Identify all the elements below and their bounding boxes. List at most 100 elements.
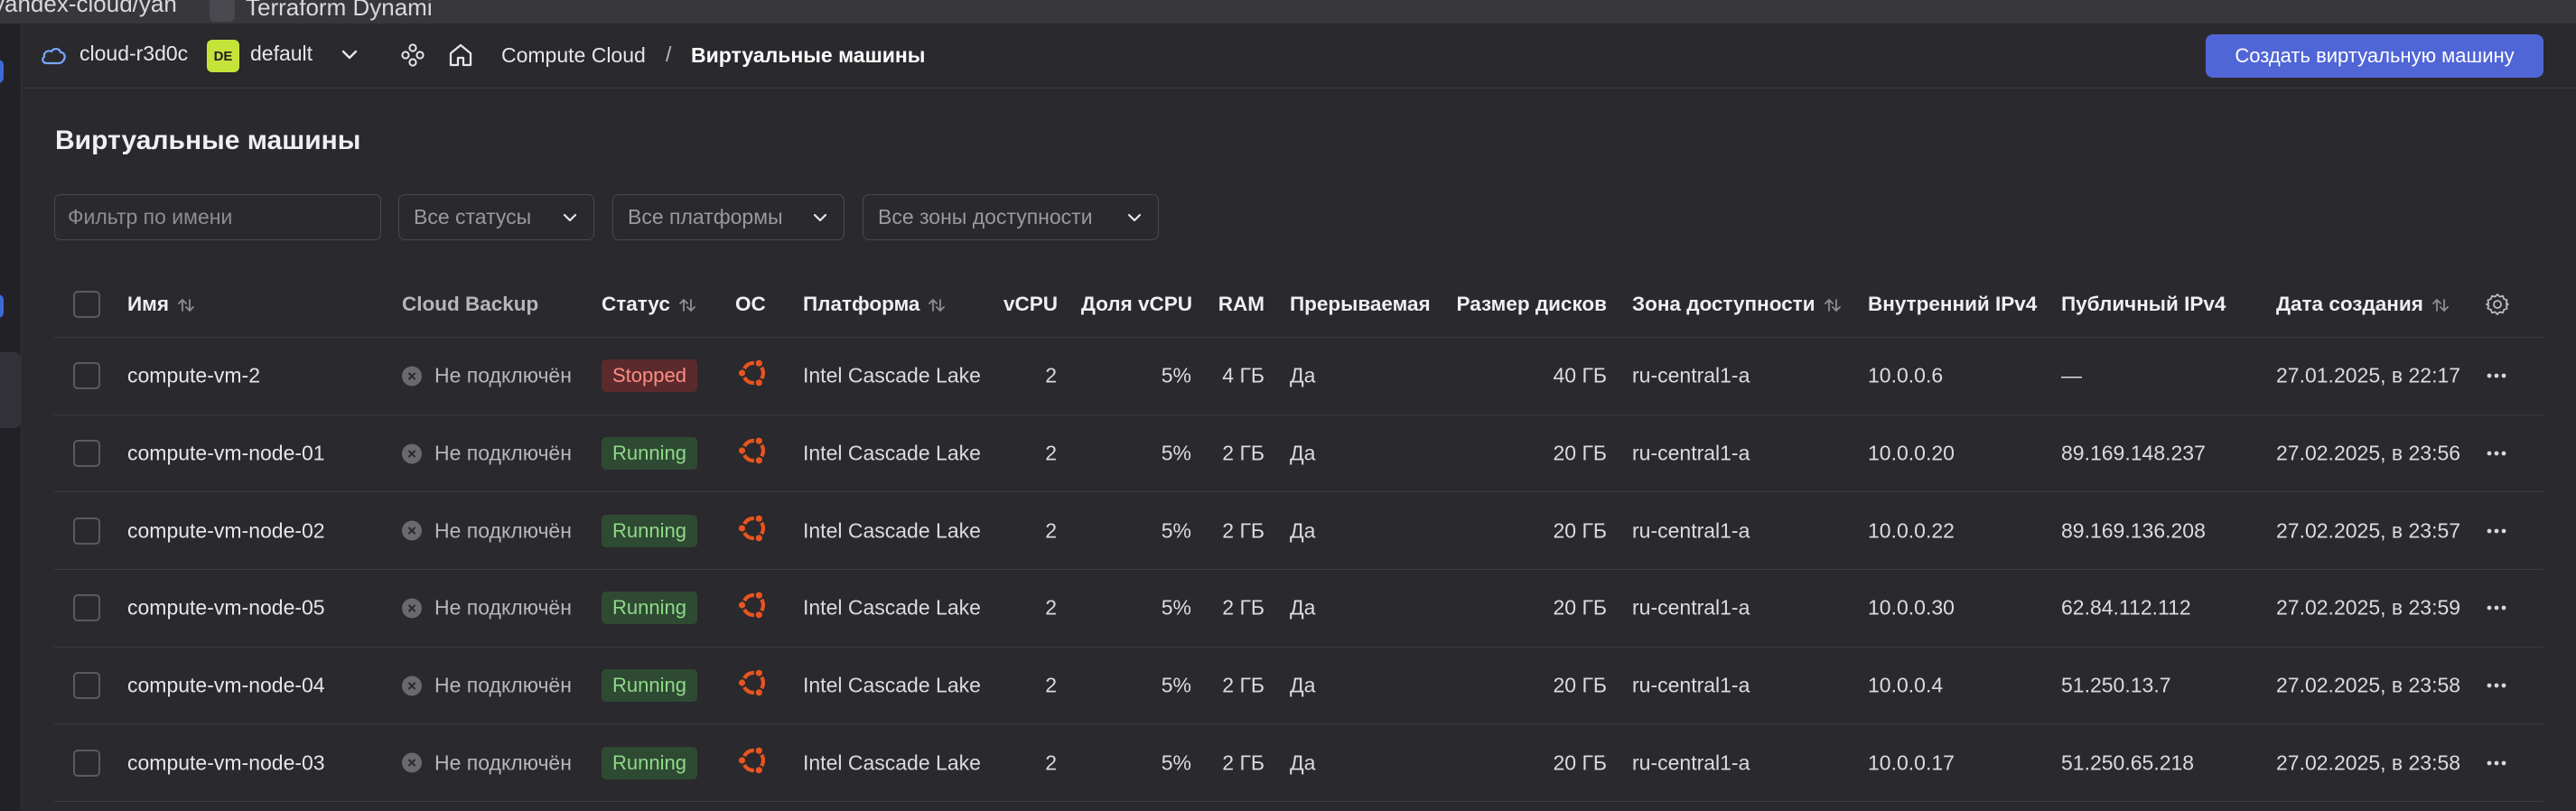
column-header-backup: Cloud Backup [402,292,539,315]
platform-filter-select[interactable]: Все платформы [612,194,845,240]
bookmark-link[interactable]: yandex-cloud/yan [0,0,177,15]
row-checkbox[interactable] [73,594,100,622]
rail-indicator[interactable] [0,60,4,83]
column-header-internal-ipv4: Внутренний IPv4 [1868,292,2038,315]
sort-icon[interactable] [176,295,196,315]
rail-selected-item[interactable] [0,352,22,428]
vm-name-link[interactable]: compute-vm-node-05 [127,596,325,620]
vm-name-link[interactable]: compute-vm-node-02 [127,518,325,543]
backup-status: Не подключён [402,750,572,775]
backup-status-label: Не подключён [434,595,572,620]
zone-cell: ru-central1-a [1632,595,1750,620]
vm-name-link[interactable]: compute-vm-node-04 [127,674,325,698]
column-header-zone[interactable]: Зона доступности [1632,293,1843,316]
public-ip-cell: 51.250.65.218 [2061,750,2195,775]
ram-cell: 2 ГБ [1222,518,1265,543]
more-actions-icon[interactable] [2485,596,2508,620]
cloud-name[interactable]: cloud-r3d0c [79,42,188,66]
top-header: cloud-r3d0c DE default Compute Cloud / В… [22,23,2576,89]
sort-icon[interactable] [927,295,947,315]
table-row[interactable]: compute-vm-node-02 Не подключён Running … [54,492,2543,571]
column-header-vcpu-share: Доля vCPU [1080,292,1192,315]
select-all-checkbox[interactable] [73,290,100,318]
table-row[interactable]: compute-vm-2 Не подключён Stopped Intel … [54,338,2543,415]
column-header-status[interactable]: Статус [602,293,697,316]
vcpu-cell: 2 [1045,518,1057,543]
rail-indicator[interactable] [0,294,4,318]
disk-size-cell: 20 ГБ [1553,441,1607,465]
public-ip-cell: 89.169.148.237 [2061,441,2206,465]
vcpu-cell: 2 [1045,441,1057,465]
more-actions-icon[interactable] [2485,751,2508,775]
zone-cell: ru-central1-a [1632,673,1750,697]
breadcrumb-current: Виртуальные машины [691,43,926,67]
column-header-label: Имя [127,292,169,315]
browser-bookmarks-bar: yandex-cloud/yan Terraform Dynami [0,0,2576,23]
more-actions-icon[interactable] [2485,519,2508,543]
backup-status: Не подключён [402,364,572,388]
not-connected-icon [402,752,422,773]
row-checkbox[interactable] [73,749,100,777]
sort-icon[interactable] [1823,295,1843,315]
row-checkbox[interactable] [73,517,100,545]
folder-name[interactable]: default [250,42,313,66]
gear-icon[interactable] [2485,292,2510,317]
zone-filter-select[interactable]: Все зоны доступности [863,194,1159,240]
not-connected-icon [402,676,422,696]
platform-cell: Intel Cascade Lake [803,750,981,775]
ram-cell: 2 ГБ [1222,750,1265,775]
table-row[interactable]: compute-vm-node-03 Не подключён Running … [54,724,2543,803]
create-vm-button[interactable]: Создать виртуальную машину [2206,34,2543,78]
cloud-icon[interactable] [40,43,67,69]
chevron-down-icon[interactable] [338,43,361,67]
breadcrumb-compute-cloud[interactable]: Compute Cloud [501,43,646,68]
preemptible-cell: Да [1290,518,1316,543]
disk-size-cell: 20 ГБ [1553,750,1607,775]
platform-cell: Intel Cascade Lake [803,595,981,620]
status-badge-label: Running [602,746,697,779]
row-checkbox[interactable] [73,440,100,468]
column-header-name[interactable]: Имя [127,293,196,316]
zone-filter-label: Все зоны доступности [878,205,1093,228]
row-checkbox[interactable] [73,672,100,700]
table-row[interactable]: compute-vm-node-05 Не подключён Running … [54,570,2543,648]
preemptible-cell: Да [1290,595,1316,620]
services-icon[interactable] [399,42,426,69]
vm-name-link[interactable]: compute-vm-2 [127,364,260,388]
sort-icon[interactable] [677,295,697,315]
page-title: Виртуальные машины [55,126,361,155]
folder-badge: DE [207,40,239,72]
vm-table: Имя Cloud Backup Статус ОС Платформа vCP… [54,271,2543,803]
more-actions-icon[interactable] [2485,442,2508,465]
more-actions-icon[interactable] [2485,364,2508,387]
table-row[interactable]: compute-vm-node-04 Не подключён Running … [54,648,2543,725]
column-header-created[interactable]: Дата создания [2276,293,2450,316]
status-filter-select[interactable]: Все статусы [398,194,594,240]
name-filter-input[interactable] [68,205,380,229]
status-badge: Running [602,514,697,547]
backup-status-label: Не подключён [434,363,572,387]
column-header-platform[interactable]: Платформа [803,293,947,316]
name-filter[interactable] [54,194,381,240]
home-icon[interactable] [446,41,475,70]
vcpu-share-cell: 5% [1161,441,1191,465]
ubuntu-icon [735,587,771,629]
table-row[interactable]: compute-vm-node-01 Не подключён Running … [54,415,2543,493]
created-date-cell: 27.02.2025, в 23:59 [2276,595,2461,620]
status-badge-label: Running [602,592,697,625]
vm-name-link[interactable]: compute-vm-node-01 [127,442,325,466]
preemptible-cell: Да [1290,441,1316,465]
ubuntu-icon [735,665,771,706]
vm-name-link[interactable]: compute-vm-node-03 [127,750,325,775]
chevron-down-icon [1124,207,1145,228]
zone-cell: ru-central1-a [1632,441,1750,465]
ubuntu-icon [735,433,771,474]
status-badge-label: Running [602,669,697,703]
zone-cell: ru-central1-a [1632,750,1750,775]
sort-icon[interactable] [2431,295,2450,315]
internal-ip-cell: 10.0.0.30 [1868,595,1955,620]
more-actions-icon[interactable] [2485,674,2508,697]
platform-cell: Intel Cascade Lake [803,441,981,465]
bookmark-link[interactable]: Terraform Dynami [210,0,433,22]
row-checkbox[interactable] [73,362,100,390]
